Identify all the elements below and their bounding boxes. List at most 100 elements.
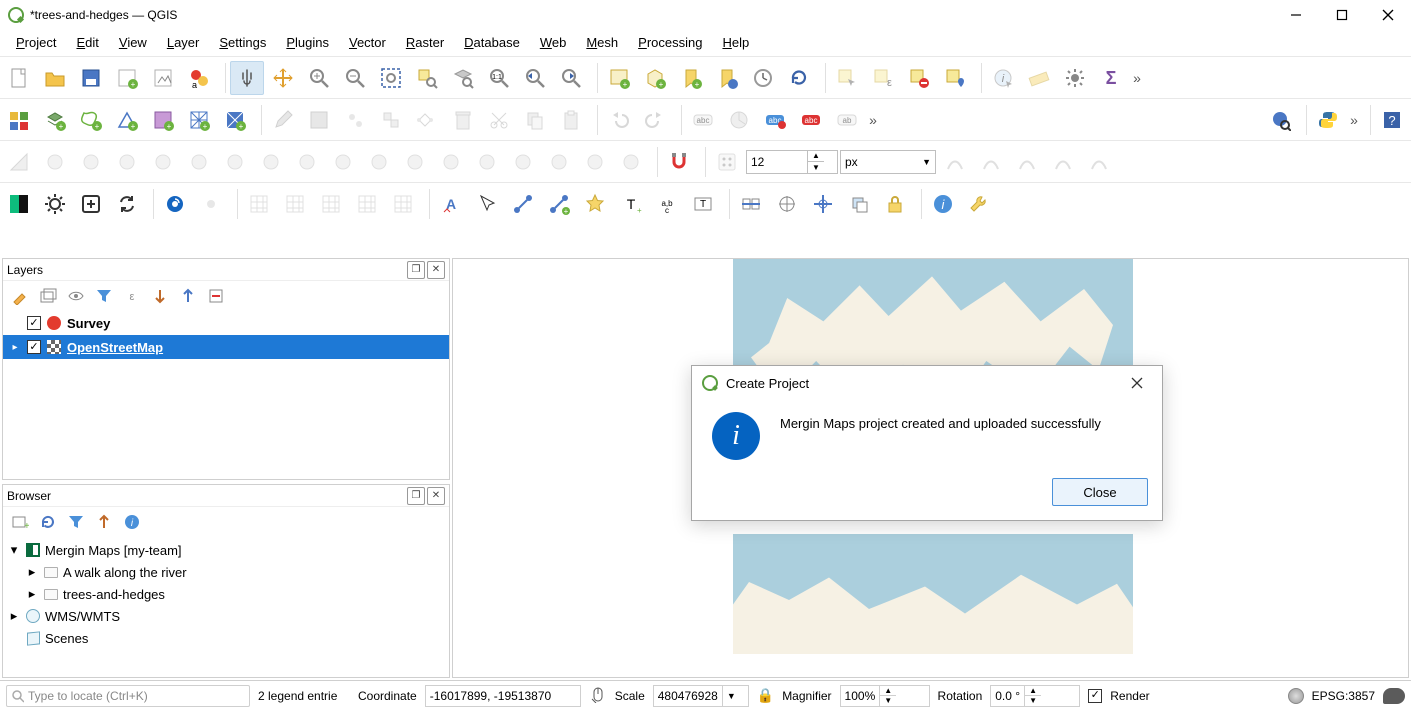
digitize-rectangle-icon[interactable] (110, 145, 144, 179)
snap-area-icon[interactable] (1046, 145, 1080, 179)
info-icon[interactable]: i (926, 187, 960, 221)
panel-float-button[interactable]: ❐ (407, 487, 425, 505)
add-feature-button[interactable] (338, 103, 372, 137)
browser-tree[interactable]: ▾Mergin Maps [my-team]▸A walk along the … (3, 537, 449, 677)
toolbox-button[interactable] (1058, 61, 1092, 95)
zoom-in-button[interactable] (302, 61, 336, 95)
snap-tolerance-input[interactable] (747, 155, 807, 169)
pan-to-selection-button[interactable] (266, 61, 300, 95)
save-edits-button[interactable] (302, 103, 336, 137)
mergin-new-project-button[interactable] (74, 187, 108, 221)
chevron-down-icon[interactable]: ▼ (722, 686, 740, 706)
style-manager-button[interactable]: a (182, 61, 216, 95)
new-bookmark-button[interactable]: + (674, 61, 708, 95)
open-project-button[interactable] (38, 61, 72, 95)
expander-icon[interactable]: ▸ (7, 608, 21, 624)
new-map-view-button[interactable]: + (602, 61, 636, 95)
digitize-trim-icon[interactable] (470, 145, 504, 179)
refresh-button[interactable] (782, 61, 816, 95)
text-t-icon[interactable]: T+ (614, 187, 648, 221)
spin-up-icon[interactable]: ▲ (808, 151, 824, 162)
new-geopackage-layer-button[interactable]: + (38, 103, 72, 137)
align-icon[interactable] (734, 187, 768, 221)
diagram-button[interactable] (722, 103, 756, 137)
star-icon[interactable] (578, 187, 612, 221)
snapping-toggle-button[interactable] (662, 145, 696, 179)
new-3d-map-view-button[interactable]: + (638, 61, 672, 95)
cut-features-button[interactable] (482, 103, 516, 137)
crs-label[interactable]: EPSG:3857 (1312, 689, 1375, 703)
digitize-regular-icon[interactable] (182, 145, 216, 179)
menu-edit[interactable]: Edit (66, 31, 108, 54)
tree-row[interactable]: ▸WMS/WMTS (3, 605, 449, 627)
pin-label-button[interactable]: abc (794, 103, 828, 137)
layer-row[interactable]: ▸✓OpenStreetMap (3, 335, 449, 359)
new-shapefile-layer-button[interactable]: + (74, 103, 108, 137)
expander-icon[interactable]: ▸ (9, 342, 21, 353)
a-letter-icon[interactable]: A (434, 187, 468, 221)
close-button[interactable]: Close (1052, 478, 1148, 506)
properties-icon[interactable]: i (121, 511, 143, 533)
close-window-button[interactable] (1365, 0, 1411, 30)
save-project-button[interactable] (74, 61, 108, 95)
new-spatialite-layer-button[interactable]: + (110, 103, 144, 137)
digitize-merge-icon[interactable] (326, 145, 360, 179)
snapping-type-icon[interactable] (710, 145, 744, 179)
messages-icon[interactable] (1383, 688, 1405, 704)
abc-icon[interactable]: a,bc (650, 187, 684, 221)
zoom-to-layer-button[interactable] (446, 61, 480, 95)
layer-visibility-checkbox[interactable]: ✓ (27, 316, 41, 330)
expander-icon[interactable]: ▸ (25, 564, 39, 580)
menu-mesh[interactable]: Mesh (576, 31, 628, 54)
locator-field[interactable] (6, 685, 250, 707)
label-button[interactable]: abc (686, 103, 720, 137)
crosshair-icon[interactable] (806, 187, 840, 221)
menu-raster[interactable]: Raster (396, 31, 454, 54)
mergin-settings-button[interactable] (38, 187, 72, 221)
menu-settings[interactable]: Settings (209, 31, 276, 54)
move-feature-button[interactable] (374, 103, 408, 137)
snap-avoid-icon[interactable] (1082, 145, 1116, 179)
deselect-all-button[interactable] (902, 61, 936, 95)
crs-globe-icon[interactable] (1288, 688, 1304, 704)
mergin-sync-button[interactable] (110, 187, 144, 221)
text-rect-icon[interactable]: T (686, 187, 720, 221)
grid5-icon[interactable] (386, 187, 420, 221)
locate-settings-button[interactable] (194, 187, 228, 221)
minimize-button[interactable] (1273, 0, 1319, 30)
locate-tool-button[interactable] (158, 187, 192, 221)
send-back-icon[interactable] (842, 187, 876, 221)
add-node-icon[interactable]: + (542, 187, 576, 221)
panel-close-button[interactable]: ✕ (427, 261, 445, 279)
zoom-native-button[interactable]: 1:1 (482, 61, 516, 95)
digitize-setsquare-icon[interactable] (2, 145, 36, 179)
line-node-icon[interactable] (506, 187, 540, 221)
menu-view[interactable]: View (109, 31, 157, 54)
menu-vector[interactable]: Vector (339, 31, 396, 54)
select-features-button[interactable] (830, 61, 864, 95)
locator-input[interactable] (28, 689, 245, 703)
redo-button[interactable] (638, 103, 672, 137)
digitize-circle-icon[interactable] (38, 145, 72, 179)
digitize-polygon-icon[interactable] (146, 145, 180, 179)
layout-manager-button[interactable] (146, 61, 180, 95)
filter-legend-icon[interactable] (93, 285, 115, 307)
filter-icon[interactable] (65, 511, 87, 533)
layer-row[interactable]: ✓Survey (3, 311, 449, 335)
magnifier-spinner[interactable]: ▲▼ (879, 686, 896, 706)
manage-visibility-icon[interactable] (65, 285, 87, 307)
digitize-split-icon[interactable] (254, 145, 288, 179)
expression-filter-icon[interactable]: ε (121, 285, 143, 307)
digitize-fill-ring-icon[interactable] (218, 145, 252, 179)
menu-web[interactable]: Web (530, 31, 577, 54)
arrow-cursor-icon[interactable] (470, 187, 504, 221)
pan-button[interactable] (230, 61, 264, 95)
wrench-icon[interactable] (962, 187, 996, 221)
zoom-next-button[interactable] (554, 61, 588, 95)
render-checkbox[interactable]: ✓ (1088, 689, 1102, 703)
snap-topo-icon[interactable] (938, 145, 972, 179)
toolbar-overflow-icon[interactable]: » (1347, 112, 1361, 128)
new-virtual-layer-button[interactable]: + (146, 103, 180, 137)
remove-layer-icon[interactable] (205, 285, 227, 307)
lock-icon[interactable] (878, 187, 912, 221)
